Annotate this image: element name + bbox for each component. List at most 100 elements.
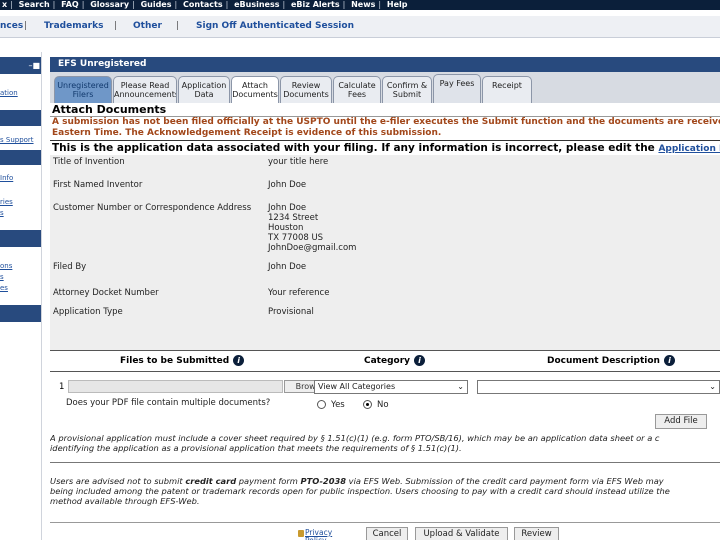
docket-number-value: Your reference xyxy=(268,288,330,298)
note-line: being included among the patent or trade… xyxy=(50,486,670,496)
left-sidebar: –■ ation s Support Info ries s ons s es xyxy=(0,52,42,540)
note-line: A provisional application must include a… xyxy=(50,433,660,443)
sidebar-link[interactable]: s xyxy=(0,209,4,217)
review-button[interactable]: Review xyxy=(514,527,559,540)
topnav-separator: | xyxy=(81,0,85,9)
cancel-button[interactable]: Cancel xyxy=(366,527,408,540)
cc-text: payment form xyxy=(236,476,301,486)
correspondence-address: John Doe 1234 Street Houston TX 77008 US… xyxy=(268,203,356,253)
sidebar-section-header xyxy=(0,305,41,322)
cc-bold: PTO-2038 xyxy=(300,476,347,486)
address-line: TX 77008 US xyxy=(268,233,324,243)
filed-by-label: Filed By xyxy=(53,262,87,272)
privacy-policy-link[interactable]: Privacy Policy xyxy=(305,529,345,540)
upload-validate-button[interactable]: Upload & Validate xyxy=(415,527,508,540)
sidebar-link[interactable]: ries xyxy=(0,198,13,206)
file-path-input[interactable] xyxy=(68,380,283,393)
topnav-separator: | xyxy=(52,0,56,9)
topnav-faq[interactable]: FAQ xyxy=(61,0,79,9)
topnav-ebiz-alerts[interactable]: eBiz Alerts xyxy=(291,0,340,9)
filed-by-value: John Doe xyxy=(268,262,307,272)
tab-application-data[interactable]: Application Data xyxy=(178,76,230,103)
category-selected-value: View All Categories xyxy=(318,382,396,391)
info-icon[interactable]: i xyxy=(663,355,675,366)
add-file-button[interactable]: Add File xyxy=(655,414,707,429)
cc-text: via EFS Web. Submission of the credit ca… xyxy=(346,476,664,486)
divider xyxy=(50,462,720,463)
topnav-ebusiness[interactable]: eBusiness xyxy=(234,0,279,9)
application-type-label: Application Type xyxy=(53,307,123,317)
topnav-separator: | xyxy=(378,0,382,9)
subnav-separator: | xyxy=(114,21,118,31)
lock-icon xyxy=(298,530,304,537)
warning-line: Eastern Time. The Acknowledgement Receip… xyxy=(52,128,442,138)
docket-number-label: Attorney Docket Number xyxy=(53,288,159,298)
note-line: Users are advised not to submit credit c… xyxy=(50,476,720,486)
info-icon[interactable]: i xyxy=(233,355,245,366)
description-column-header: Document Description i xyxy=(547,351,675,371)
subnav-item-patents[interactable]: nces xyxy=(0,21,23,31)
sign-off-link[interactable]: Sign Off Authenticated Session xyxy=(196,21,354,31)
cc-text: Users are advised not to submit xyxy=(50,476,186,486)
multiple-documents-question: Does your PDF file contain multiple docu… xyxy=(66,398,271,408)
tab-review-documents[interactable]: Review Documents xyxy=(280,76,332,103)
tab-pay-fees[interactable]: Pay Fees xyxy=(433,74,481,103)
topnav-help[interactable]: Help xyxy=(387,0,408,9)
application-data-link[interactable]: Application Data xyxy=(658,144,720,154)
warning-line: A submission has not been filed official… xyxy=(52,117,720,127)
sidebar-link[interactable]: es xyxy=(0,284,8,292)
sidebar-header: –■ xyxy=(0,57,41,74)
category-column-header: Category i xyxy=(364,351,426,371)
sidebar-section-header xyxy=(0,150,41,165)
tab-confirm-submit[interactable]: Confirm & Submit xyxy=(382,76,432,103)
title-of-invention-value: your title here xyxy=(268,157,329,167)
topnav-search[interactable]: Search xyxy=(19,0,50,9)
subnav-item-other[interactable]: Other xyxy=(133,21,162,31)
application-data-notice: This is the application data associated … xyxy=(50,140,720,154)
topnav-item[interactable]: x xyxy=(2,0,7,9)
tab-calculate-fees[interactable]: Calculate Fees xyxy=(333,76,381,103)
subnav-separator: | xyxy=(176,21,180,31)
panel-title: EFS Unregistered xyxy=(50,57,720,72)
first-inventor-value: John Doe xyxy=(268,180,307,190)
topnav-glossary[interactable]: Glossary xyxy=(90,0,129,9)
subnav-item-trademarks[interactable]: Trademarks xyxy=(44,21,103,31)
address-line: Houston xyxy=(268,223,304,233)
no-radio-label: No xyxy=(377,400,389,410)
no-radio[interactable] xyxy=(363,400,372,409)
topnav-separator: | xyxy=(342,0,346,9)
tab-receipt[interactable]: Receipt xyxy=(482,76,532,103)
files-column-label: Files to be Submitted xyxy=(120,356,230,366)
topnav-news[interactable]: News xyxy=(351,0,375,9)
application-data-table: Title of Invention your title here First… xyxy=(50,155,720,350)
topnav-separator: | xyxy=(282,0,286,9)
file-row: 1 Browse... View All Categories ⌄ ⌄ xyxy=(50,378,720,396)
top-navigation-bar: x | Search | FAQ | Glossary | Guides | Contac… xyxy=(0,0,720,10)
sidebar-link-support[interactable]: s Support xyxy=(0,136,34,144)
notice-text: This is the application data associated … xyxy=(52,142,659,154)
document-description-select[interactable]: ⌄ xyxy=(477,380,720,394)
yes-radio[interactable] xyxy=(317,400,326,409)
category-select[interactable]: View All Categories ⌄ xyxy=(314,380,468,394)
sidebar-link-info[interactable]: Info xyxy=(0,174,13,182)
note-line: identifying the application as a provisi… xyxy=(50,443,462,453)
sidebar-link[interactable]: ons xyxy=(0,262,12,270)
sidebar-section-header xyxy=(0,110,41,126)
description-column-label: Document Description xyxy=(547,356,660,366)
sidebar-link[interactable]: s xyxy=(0,273,4,281)
sidebar-link[interactable]: ation xyxy=(0,89,18,97)
topnav-contacts[interactable]: Contacts xyxy=(183,0,223,9)
minimize-icon[interactable]: –■ xyxy=(28,61,40,70)
submission-warning: A submission has not been filed official… xyxy=(50,117,720,140)
first-inventor-label: First Named Inventor xyxy=(53,180,143,190)
tab-unregistered-filers[interactable]: Unregistered Filers xyxy=(54,76,112,103)
workflow-tabs: Unregistered Filers Please Read Announce… xyxy=(50,72,720,103)
tab-attach-documents[interactable]: Attach Documents xyxy=(231,76,279,103)
divider xyxy=(50,522,720,523)
info-icon[interactable]: i xyxy=(414,355,426,366)
tab-announcements[interactable]: Please Read Announcements xyxy=(113,76,177,103)
topnav-guides[interactable]: Guides xyxy=(141,0,172,9)
topnav-separator: | xyxy=(225,0,229,9)
address-line: 1234 Street xyxy=(268,213,319,223)
yes-radio-label: Yes xyxy=(331,400,345,410)
